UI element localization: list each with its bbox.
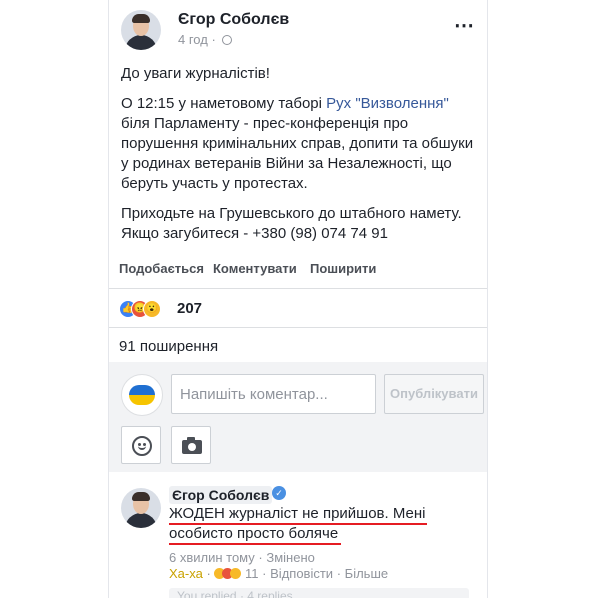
post-time[interactable]: 4 год bbox=[178, 32, 208, 47]
like-button[interactable]: Подобається bbox=[119, 261, 204, 276]
author-avatar[interactable] bbox=[121, 10, 161, 50]
wow-reaction-icon bbox=[230, 568, 242, 579]
divider bbox=[109, 288, 487, 289]
ukraine-flag-avatar bbox=[121, 374, 163, 416]
avatar-body-shape bbox=[125, 513, 157, 528]
comment-meta-dot: · bbox=[258, 550, 263, 565]
comment-meta-dot: · bbox=[336, 566, 342, 581]
post-header: Єгор Соболєв 4 год · ⋯ bbox=[109, 0, 487, 60]
reply-button[interactable]: Відповісти bbox=[270, 566, 333, 581]
avatar-body-shape bbox=[125, 35, 157, 50]
post-paragraph-3: Приходьте на Грушевського до штабного на… bbox=[121, 205, 462, 242]
smiley-mouth bbox=[138, 446, 146, 450]
reaction-count: 207 bbox=[177, 300, 203, 317]
globe-icon bbox=[222, 35, 233, 45]
facebook-post-card: Єгор Соболєв 4 год · ⋯ До уваги журналіс… bbox=[108, 0, 488, 598]
publish-button[interactable]: Опублікувати bbox=[384, 374, 484, 414]
post-paragraph-2-end: біля Парламенту - прес-конференція про п… bbox=[121, 115, 474, 192]
comment-time[interactable]: 6 хвилин тому bbox=[169, 550, 255, 565]
comment-input[interactable] bbox=[171, 374, 376, 414]
post-paragraph-2: О 12:15 у наметовому таборі Рух "Визволе… bbox=[121, 94, 481, 194]
flag-yellow-stripe bbox=[129, 395, 155, 405]
haha-reaction-button[interactable]: Ха-ха bbox=[169, 566, 203, 581]
post-paragraph-2-start: О 12:15 у наметовому таборі bbox=[121, 95, 327, 112]
avatar-hair-shape bbox=[132, 14, 150, 23]
avatar-hair-shape bbox=[132, 492, 150, 501]
page-link-rukh-vyzvolennya[interactable]: Рух "Визволення" bbox=[326, 95, 449, 112]
post-meta: 4 год · bbox=[178, 32, 233, 47]
share-button[interactable]: Поширити bbox=[310, 261, 376, 276]
red-underline-mark bbox=[169, 543, 341, 545]
post-body: До уваги журналістів! О 12:15 у наметово… bbox=[121, 64, 481, 254]
post-paragraph-1: До уваги журналістів! bbox=[121, 65, 270, 82]
comment-actions: Ха-ха · 11 · Відповісти · Більше bbox=[169, 566, 388, 581]
divider bbox=[109, 327, 487, 328]
post-actions-bar: Подобається Коментувати Поширити bbox=[109, 258, 487, 284]
more-button[interactable]: Більше bbox=[345, 566, 388, 581]
shares-count[interactable]: 91 поширення bbox=[119, 338, 218, 355]
smiley-icon bbox=[132, 436, 152, 456]
comment-composer: Опублікувати bbox=[109, 362, 487, 472]
replies-link[interactable]: You replied · 4 replies bbox=[169, 588, 469, 598]
wow-reaction-icon: 😮 bbox=[143, 300, 161, 318]
comment-meta-dot: · bbox=[206, 566, 211, 581]
post-author-name[interactable]: Єгор Соболєв bbox=[178, 11, 289, 29]
commenter-avatar[interactable] bbox=[121, 488, 161, 528]
camera-lens bbox=[188, 443, 196, 451]
comment-reaction-count: 11 bbox=[245, 566, 259, 581]
comment-meta: 6 хвилин тому · Змінено bbox=[169, 550, 315, 565]
photo-button[interactable] bbox=[171, 426, 211, 464]
edited-label[interactable]: Змінено bbox=[266, 550, 315, 565]
emoji-button[interactable] bbox=[121, 426, 161, 464]
comment-meta-dot: · bbox=[262, 566, 267, 581]
commenter-name[interactable]: Єгор Соболєв bbox=[169, 486, 273, 504]
more-options-icon[interactable]: ⋯ bbox=[454, 13, 475, 38]
meta-separator: · bbox=[211, 32, 216, 47]
red-underline-mark bbox=[169, 523, 427, 525]
verified-badge-icon: ✓ bbox=[272, 486, 286, 500]
flag-blue-stripe bbox=[129, 385, 155, 395]
comment-item: Єгор Соболєв ✓ ЖОДЕН журналіст не прийшо… bbox=[109, 480, 487, 598]
comment-button[interactable]: Коментувати bbox=[213, 261, 297, 276]
